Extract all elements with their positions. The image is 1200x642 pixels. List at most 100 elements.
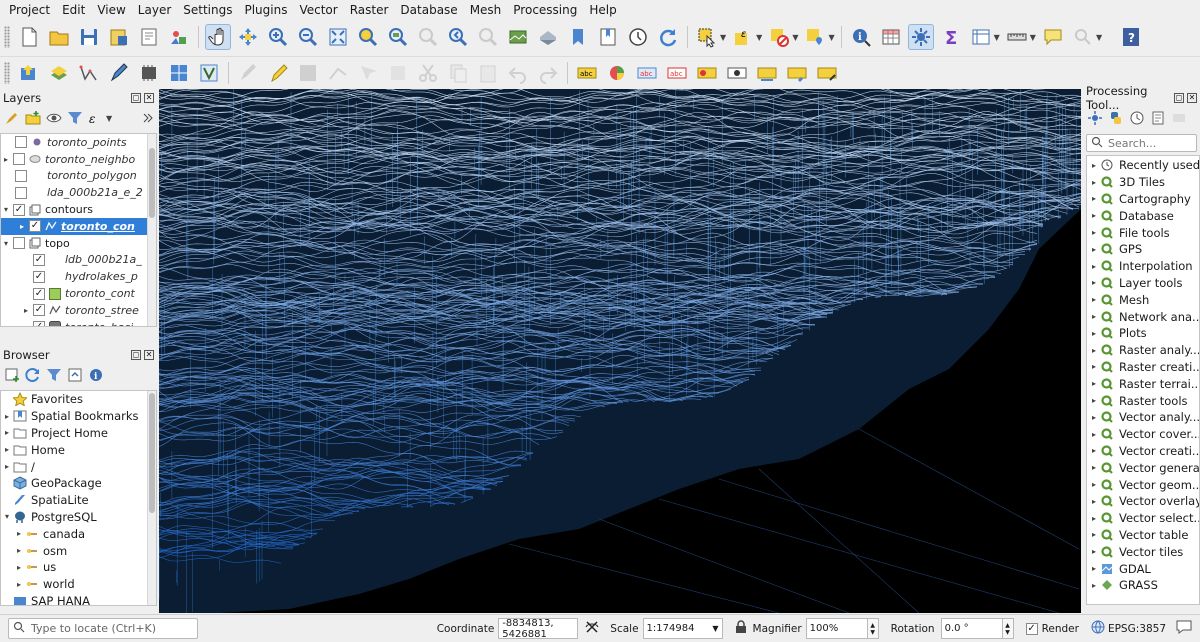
open-field-calculator-icon[interactable] [968,24,994,50]
show-hide-labels-icon[interactable] [694,60,720,86]
chevron-down-icon[interactable]: ▼ [1030,33,1036,42]
properties-info-icon[interactable]: i [87,366,105,384]
layer-row-toronto-polygon[interactable]: toronto_polygon [1,168,156,185]
provider-gps[interactable]: ▸ GPS [1087,241,1199,258]
bookmark-icon[interactable] [565,24,591,50]
chevron-down-icon[interactable]: ▼ [994,33,1000,42]
browser-item-home[interactable]: ▸ Home [1,441,156,458]
browser-item-spatialite[interactable]: SpatiaLite [1,492,156,509]
layer-row-hydrolakes[interactable]: ✓ hydrolakes_p [1,268,156,285]
magnifier-field[interactable]: 100% [805,618,868,639]
delete-selected-icon[interactable] [385,60,411,86]
chevron-down-icon[interactable]: ▼ [756,33,762,42]
provider-network-analysis[interactable]: ▸ Network ana... [1087,308,1199,325]
history-icon[interactable] [1128,109,1146,127]
layer-row-lda[interactable]: lda_000b21a_e_2 [1,184,156,201]
select-features-icon[interactable] [694,24,720,50]
undock-icon[interactable]: ◻ [1174,92,1184,103]
layer-visibility-checkbox[interactable]: ✓ [33,321,45,326]
collapse-all-icon[interactable] [66,366,84,384]
close-icon[interactable]: ✕ [1187,92,1197,103]
scale-combobox[interactable]: 1:174984 ▼ [642,618,723,639]
layer-row-toronto-points[interactable]: toronto_points [1,134,156,151]
results-viewer-icon[interactable] [1149,109,1167,127]
zoom-last-icon[interactable] [445,24,471,50]
layer-row-toronto-con[interactable]: ▸ ✓ toronto_con [1,217,156,235]
expand-icon[interactable]: ▸ [1087,245,1101,254]
new-vector-layer-icon[interactable] [76,60,102,86]
change-label-icon[interactable] [784,60,810,86]
expand-icon[interactable]: ▸ [1087,295,1101,304]
digitize-icon[interactable] [106,60,132,86]
expand-icon[interactable]: ▸ [1087,430,1101,439]
collapse-icon[interactable]: ▾ [1,239,11,248]
locator-search-icon[interactable] [1070,24,1096,50]
provider-raster-analysis[interactable]: ▸ Raster analy... [1087,342,1199,359]
expand-all-icon[interactable] [139,109,157,127]
provider-vector-analysis[interactable]: ▸ Vector analy... [1087,409,1199,426]
label-properties-icon[interactable] [814,60,840,86]
new-memory-layer-icon[interactable] [136,60,162,86]
add-layer-icon[interactable] [46,60,72,86]
menu-plugins[interactable]: Plugins [238,0,293,20]
menu-database[interactable]: Database [394,0,463,20]
chevron-down-icon[interactable]: ▼ [720,33,726,42]
layer-visibility-checkbox[interactable]: ✓ [29,220,41,233]
layer-labeling-icon[interactable]: abc [574,60,600,86]
expand-icon[interactable]: ▸ [1087,194,1101,203]
expand-icon[interactable]: ▸ [21,306,31,315]
refresh-icon[interactable] [655,24,681,50]
provider-vector-creation[interactable]: ▸ Vector creati... [1087,443,1199,460]
chevron-down-icon[interactable]: ▼ [106,114,112,123]
provider-vector-overlay[interactable]: ▸ Vector overlay [1087,493,1199,510]
add-selected-layers-icon[interactable] [3,366,21,384]
expand-icon[interactable]: ▸ [1,428,13,437]
menu-project[interactable]: Project [3,0,56,20]
browser-item-sap-hana[interactable]: SAP HANA [1,593,156,605]
provider-raster-creation[interactable]: ▸ Raster creati... [1087,359,1199,376]
layers-scrollbar[interactable] [147,134,156,326]
add-group-icon[interactable] [24,109,42,127]
layer-row-toronto-basi[interactable]: ✓ toronto_basi [1,319,156,326]
rotation-field[interactable]: 0.0 ° [940,618,1003,639]
expand-icon[interactable]: ▸ [1087,480,1101,489]
new-project-icon[interactable] [16,24,42,50]
menu-settings[interactable]: Settings [177,0,238,20]
expand-icon[interactable]: ▸ [1087,278,1101,287]
toolbar-grip[interactable] [4,61,10,84]
menu-view[interactable]: View [91,0,131,20]
menu-layer[interactable]: Layer [132,0,177,20]
layer-visibility-checkbox[interactable]: ✓ [33,304,45,317]
browser-item-geopackage[interactable]: GeoPackage [1,475,156,492]
expand-icon[interactable]: ▸ [13,563,25,572]
group-row-topo[interactable]: ▾ topo [1,235,156,252]
redo-icon[interactable] [535,60,561,86]
chevron-down-icon[interactable]: ▼ [828,33,834,42]
browser-item-world[interactable]: ▸ world [1,576,156,593]
toolbar-grip[interactable] [4,26,10,48]
zoom-out-icon[interactable] [295,24,321,50]
provider-vector-geometry[interactable]: ▸ Vector geom... [1087,476,1199,493]
cut-features-icon[interactable] [415,60,441,86]
filter-icon[interactable] [66,109,84,127]
expand-icon[interactable]: ▸ [13,529,25,538]
rotation-spinner[interactable]: ▲ ▼ [1002,618,1014,639]
measure-line-icon[interactable] [1004,24,1030,50]
print-layout-icon[interactable] [136,24,162,50]
expand-icon[interactable]: ▸ [1087,211,1101,220]
collapse-icon[interactable]: ▾ [1,512,13,521]
current-edits-icon[interactable] [235,60,261,86]
layer-row-toronto-cont[interactable]: ✓ toronto_cont [1,285,156,302]
provider-vector-general[interactable]: ▸ Vector general [1087,459,1199,476]
processing-search-input[interactable]: Search... [1086,134,1197,152]
new-3d-view-icon[interactable] [535,24,561,50]
expand-icon[interactable]: ▸ [1087,178,1101,187]
provider-interpolation[interactable]: ▸ Interpolation [1087,258,1199,275]
group-row-contours[interactable]: ▾ ✓ contours [1,201,156,218]
group-visibility-checkbox[interactable]: ✓ [13,203,25,216]
show-bookmarks-icon[interactable] [595,24,621,50]
attribute-table-icon[interactable] [878,24,904,50]
open-project-icon[interactable] [46,24,72,50]
provider-vector-coverage[interactable]: ▸ Vector cover... [1087,426,1199,443]
browser-item-canada[interactable]: ▸ canada [1,525,156,542]
